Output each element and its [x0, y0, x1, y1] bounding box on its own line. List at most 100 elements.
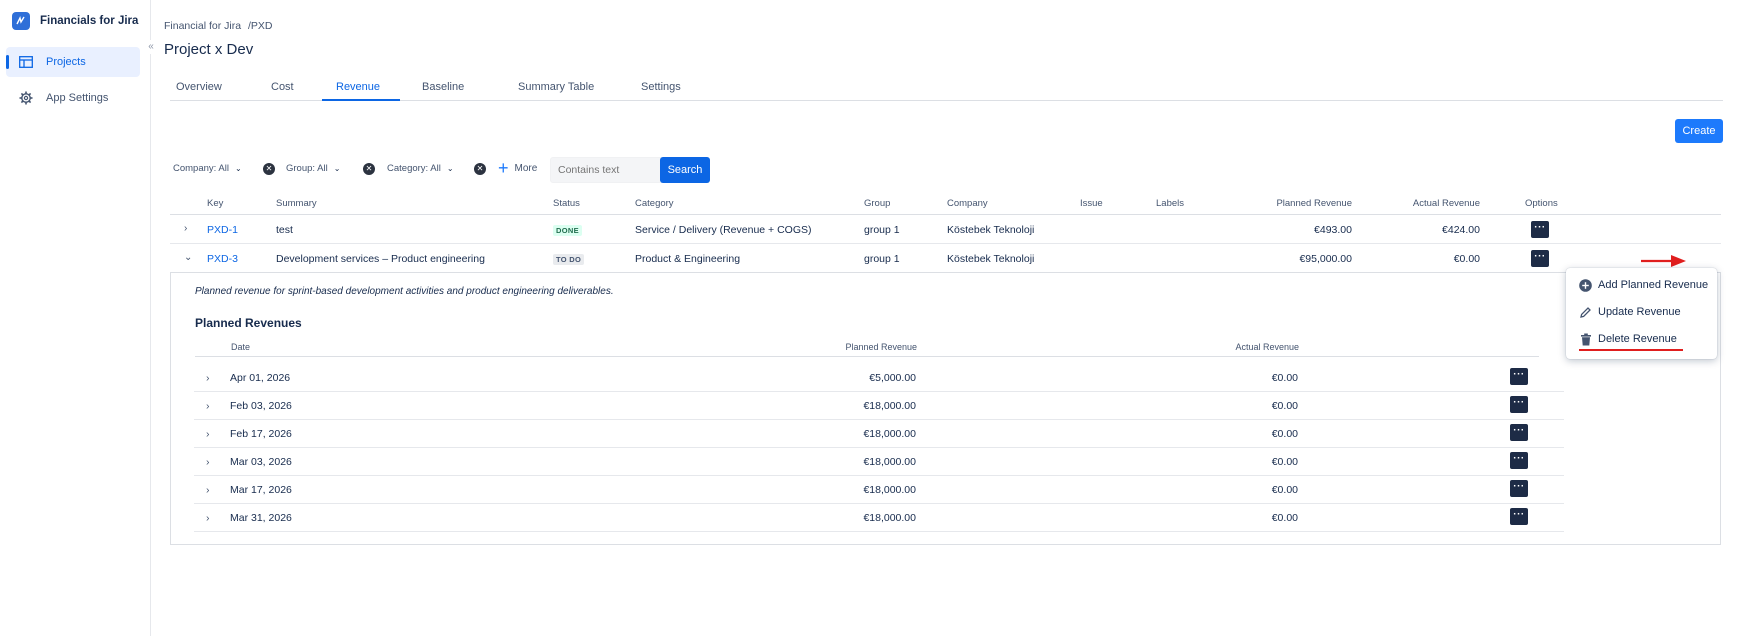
planned-revenue-row[interactable]: › Apr 01, 2026 €5,000.00 €0.00 ···: [194, 364, 1564, 392]
options-button[interactable]: ···: [1510, 368, 1528, 385]
issue-key-link[interactable]: PXD-3: [207, 253, 238, 265]
search-input[interactable]: [550, 157, 664, 183]
sidebar-item-label: Projects: [46, 56, 86, 68]
col-key: Key: [207, 198, 224, 209]
col-planned-revenue: Planned Revenue: [845, 342, 917, 352]
col-date: Date: [231, 342, 251, 352]
menu-item-label: Delete Revenue: [1598, 333, 1677, 345]
expand-row-icon[interactable]: ›: [206, 456, 210, 468]
options-button[interactable]: ···: [1510, 480, 1528, 497]
sidebar: Financials for Jira Projects App Setting…: [0, 0, 151, 636]
breadcrumb-project[interactable]: PXD: [251, 20, 273, 32]
more-filters-button[interactable]: + More: [498, 158, 538, 178]
company-cell: Köstebek Teknoloji: [947, 224, 1035, 236]
add-planned-revenue-item[interactable]: Add Planned Revenue: [1579, 276, 1708, 294]
col-options: Options: [1525, 198, 1558, 209]
sidebar-item-app-settings[interactable]: App Settings: [6, 83, 140, 113]
options-button[interactable]: ···: [1510, 508, 1528, 525]
clear-category-filter-icon[interactable]: ✕: [474, 163, 486, 175]
actual-revenue-cell: €0.00: [1453, 253, 1480, 265]
expand-row-icon[interactable]: ›: [206, 372, 210, 384]
app-logo-icon: [12, 12, 30, 30]
planned-revenues-title: Planned Revenues: [195, 316, 302, 330]
table-row[interactable]: › PXD-1 test DONE Service / Delivery (Re…: [170, 215, 1721, 244]
expand-row-icon[interactable]: ›: [206, 428, 210, 440]
planned-revenue-cell: €95,000.00: [1299, 253, 1352, 265]
tab-summary-table[interactable]: Summary Table: [518, 81, 594, 99]
company-filter[interactable]: Company: All ⌄: [173, 163, 242, 174]
app-title: Financials for Jira: [40, 15, 139, 27]
revenue-description: Planned revenue for sprint-based develop…: [195, 286, 614, 297]
expand-row-icon[interactable]: ›: [206, 400, 210, 412]
col-issue: Issue: [1080, 198, 1103, 209]
planned-revenue-row[interactable]: › Feb 17, 2026 €18,000.00 €0.00 ···: [194, 420, 1564, 448]
chevron-down-icon: ⌄: [446, 164, 454, 173]
col-labels: Labels: [1156, 198, 1184, 209]
summary-cell: Development services – Product engineeri…: [276, 253, 485, 265]
sidebar-item-projects[interactable]: Projects: [6, 47, 140, 77]
chevron-down-icon: ⌄: [234, 164, 242, 173]
issue-key-link[interactable]: PXD-1: [207, 224, 238, 236]
group-filter[interactable]: Group: All ⌄: [286, 163, 340, 174]
planned-revenue-row[interactable]: › Mar 17, 2026 €18,000.00 €0.00 ···: [194, 476, 1564, 504]
trash-icon: [1579, 333, 1592, 346]
date-cell: Mar 17, 2026: [230, 484, 292, 496]
col-actual-revenue: Actual Revenue: [1235, 342, 1299, 352]
summary-cell: test: [276, 224, 293, 236]
category-filter[interactable]: Category: All ⌄: [387, 163, 454, 174]
plus-icon: +: [498, 158, 509, 178]
tab-baseline[interactable]: Baseline: [422, 81, 464, 99]
page-title: Project x Dev: [164, 41, 254, 58]
update-revenue-item[interactable]: Update Revenue: [1579, 303, 1681, 321]
create-button[interactable]: Create: [1675, 119, 1723, 143]
planned-revenue-row[interactable]: › Mar 03, 2026 €18,000.00 €0.00 ···: [194, 448, 1564, 476]
search-button[interactable]: Search: [660, 157, 710, 183]
date-cell: Mar 31, 2026: [230, 512, 292, 524]
status-badge: TO DO: [553, 254, 585, 265]
tab-overview[interactable]: Overview: [176, 81, 222, 99]
collapse-row-icon[interactable]: ⌄: [184, 252, 192, 263]
col-planned-revenue: Planned Revenue: [1276, 198, 1352, 209]
actual-revenue-cell: €0.00: [1271, 372, 1298, 384]
actual-revenue-cell: €424.00: [1442, 224, 1480, 236]
category-filter-label: Category: All: [387, 163, 441, 174]
table-row[interactable]: ⌄ PXD-3 Development services – Product e…: [170, 244, 1721, 273]
date-cell: Apr 01, 2026: [230, 372, 291, 384]
tab-bar: Overview Cost Revenue Baseline Summary T…: [170, 78, 1723, 101]
group-cell: group 1: [864, 253, 900, 265]
date-cell: Mar 03, 2026: [230, 456, 292, 468]
chevron-down-icon: ⌄: [333, 164, 341, 173]
category-cell: Service / Delivery (Revenue + COGS): [635, 224, 812, 236]
options-button[interactable]: ···: [1510, 396, 1528, 413]
sidebar-item-label: App Settings: [46, 92, 109, 104]
options-button[interactable]: ···: [1531, 250, 1549, 267]
tab-revenue[interactable]: Revenue: [336, 81, 380, 99]
clear-group-filter-icon[interactable]: ✕: [363, 163, 375, 175]
main-content: Financial for Jira /PXD Project x Dev Ov…: [152, 0, 1737, 636]
annotation-underline: [1579, 349, 1683, 351]
table-header: Key Summary Status Category Group Compan…: [170, 195, 1721, 215]
planned-revenue-cell: €18,000.00: [863, 512, 916, 524]
delete-revenue-item[interactable]: Delete Revenue: [1579, 330, 1677, 348]
expand-row-icon[interactable]: ›: [206, 512, 210, 524]
tab-cost[interactable]: Cost: [271, 81, 294, 99]
actual-revenue-cell: €0.00: [1271, 512, 1298, 524]
options-button[interactable]: ···: [1531, 221, 1549, 238]
options-button[interactable]: ···: [1510, 452, 1528, 469]
category-cell: Product & Engineering: [635, 253, 741, 265]
planned-revenue-row[interactable]: › Mar 31, 2026 €18,000.00 €0.00 ···: [194, 504, 1564, 532]
clear-company-filter-icon[interactable]: ✕: [263, 163, 275, 175]
tab-settings[interactable]: Settings: [641, 81, 681, 99]
planned-revenue-row[interactable]: › Feb 03, 2026 €18,000.00 €0.00 ···: [194, 392, 1564, 420]
breadcrumb-root[interactable]: Financial for Jira: [164, 20, 241, 32]
options-button[interactable]: ···: [1510, 424, 1528, 441]
date-cell: Feb 17, 2026: [230, 428, 292, 440]
expand-row-icon[interactable]: ›: [206, 484, 210, 496]
planned-revenue-cell: €18,000.00: [863, 484, 916, 496]
menu-item-label: Update Revenue: [1598, 306, 1681, 318]
expand-row-icon[interactable]: ›: [184, 223, 187, 234]
company-filter-label: Company: All: [173, 163, 229, 174]
planned-revenue-cell: €5,000.00: [869, 372, 916, 384]
actual-revenue-cell: €0.00: [1271, 400, 1298, 412]
more-filters-label: More: [514, 162, 538, 174]
